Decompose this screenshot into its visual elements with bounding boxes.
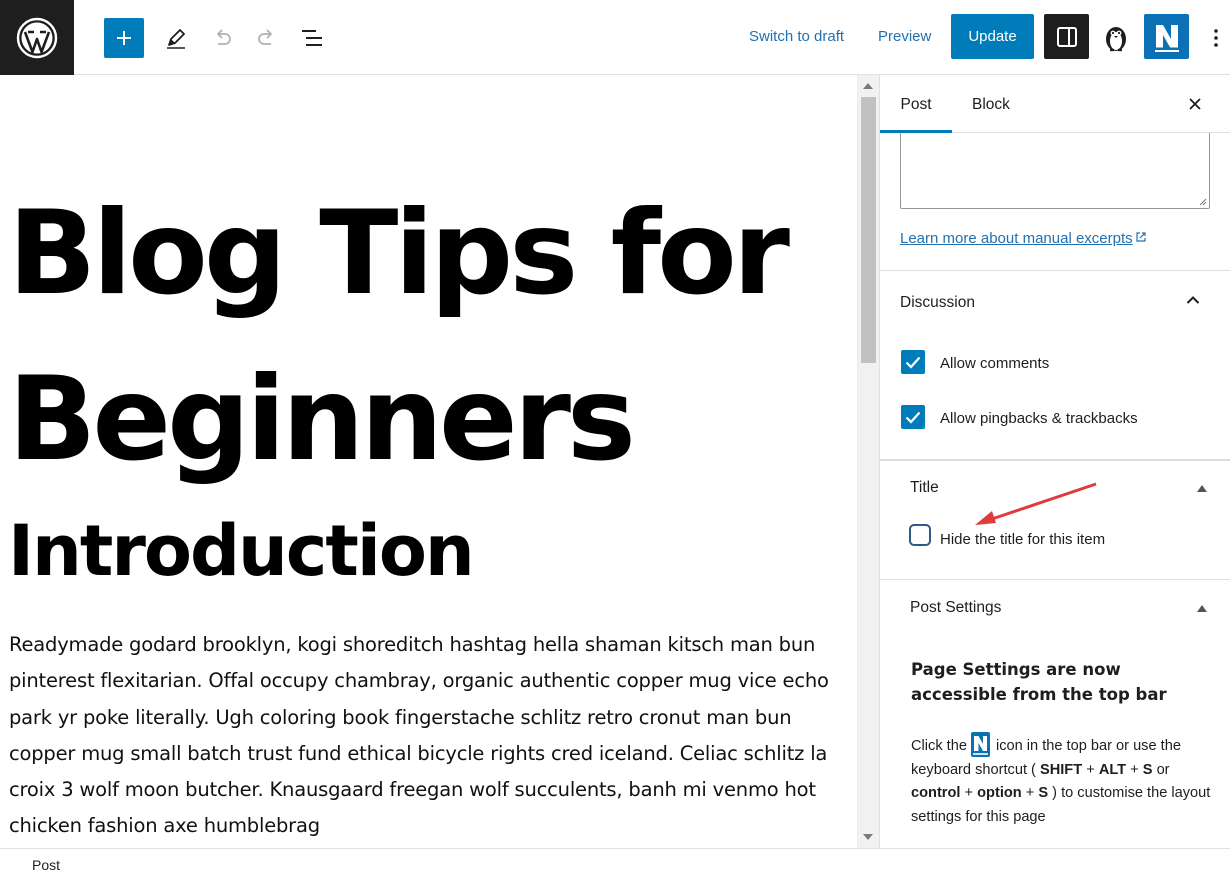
scroll-up-arrow-icon[interactable] [863,83,873,89]
scroll-thumb[interactable] [861,97,876,363]
collapse-triangle-icon[interactable] [1197,485,1207,492]
post-settings-panel-title[interactable]: Post Settings [910,599,1001,617]
sidebar-tabs: Post Block [880,75,1230,133]
list-view-icon [302,30,322,46]
close-settings-button[interactable] [1183,92,1207,116]
editor-footer: Post [0,848,1230,877]
post-settings-notice-heading: Page Settings are now accessible from th… [911,660,1167,704]
excerpt-textarea[interactable] [900,133,1210,209]
post-settings-notice-text: Click the icon in the top bar or use the … [911,732,1211,829]
editor-scrollbar[interactable] [857,75,879,848]
chevron-up-icon[interactable] [1186,295,1200,305]
allow-pingbacks-label: Allow pingbacks & trackbacks [940,410,1138,427]
redo-icon [258,29,273,45]
n-logo-button[interactable] [1144,14,1189,59]
allow-pingbacks-checkbox[interactable] [901,405,925,429]
scroll-down-arrow-icon[interactable] [863,834,873,840]
resize-grip-icon[interactable] [1197,196,1207,206]
tab-block[interactable]: Block [972,75,1010,133]
update-button[interactable]: Update [951,14,1034,59]
allow-comments-checkbox[interactable] [901,350,925,374]
options-menu-button[interactable] [1202,22,1230,54]
wordpress-logo-icon[interactable] [0,0,74,75]
tools-button[interactable] [156,18,196,58]
post-title[interactable]: Blog Tips for Beginners [8,171,848,503]
n-logo-icon [1154,24,1179,52]
more-vertical-icon [1214,29,1218,47]
discussion-panel-title[interactable]: Discussion [900,294,975,312]
checkmark-icon [905,356,921,369]
n-logo-icon [970,732,990,757]
list-view-button[interactable] [292,18,332,58]
divider [880,459,1230,461]
undo-button[interactable] [202,18,242,58]
divider [880,270,1230,271]
settings-sidebar: Post Block Learn more about manual excer… [879,75,1230,848]
divider [880,579,1230,580]
settings-toggle-button[interactable] [1044,14,1089,59]
hide-title-checkbox[interactable] [909,524,931,546]
learn-more-excerpts-link[interactable]: Learn more about manual excerpts [900,230,1147,247]
close-icon [1189,98,1201,110]
sidebar-toggle-icon [1056,26,1077,47]
hide-title-label: Hide the title for this item [940,531,1106,548]
external-link-icon [1136,232,1146,242]
penguin-icon [1106,27,1126,52]
add-block-button[interactable] [104,18,144,58]
editor-canvas: Blog Tips for Beginners Introduction Rea… [0,75,857,848]
redo-button[interactable] [247,18,287,58]
post-heading-block[interactable]: Introduction [8,509,475,593]
checkmark-icon [905,411,921,424]
plugin-penguin-button[interactable] [1098,18,1134,58]
editor-top-bar: Switch to draft Preview Update [0,0,1230,75]
plus-icon [117,31,131,45]
block-breadcrumb[interactable]: Post [32,857,60,873]
switch-to-draft-link[interactable]: Switch to draft [749,28,844,45]
learn-more-excerpts-label: Learn more about manual excerpts [900,230,1133,247]
preview-link[interactable]: Preview [878,28,931,45]
tab-post[interactable]: Post [880,75,952,133]
collapse-triangle-icon[interactable] [1197,605,1207,612]
undo-icon [216,29,231,45]
allow-comments-label: Allow comments [940,355,1050,372]
pencil-icon [167,29,185,49]
post-paragraph-block[interactable]: Readymade godard brooklyn, kogi shoredit… [9,627,851,845]
title-panel-title[interactable]: Title [910,479,939,497]
